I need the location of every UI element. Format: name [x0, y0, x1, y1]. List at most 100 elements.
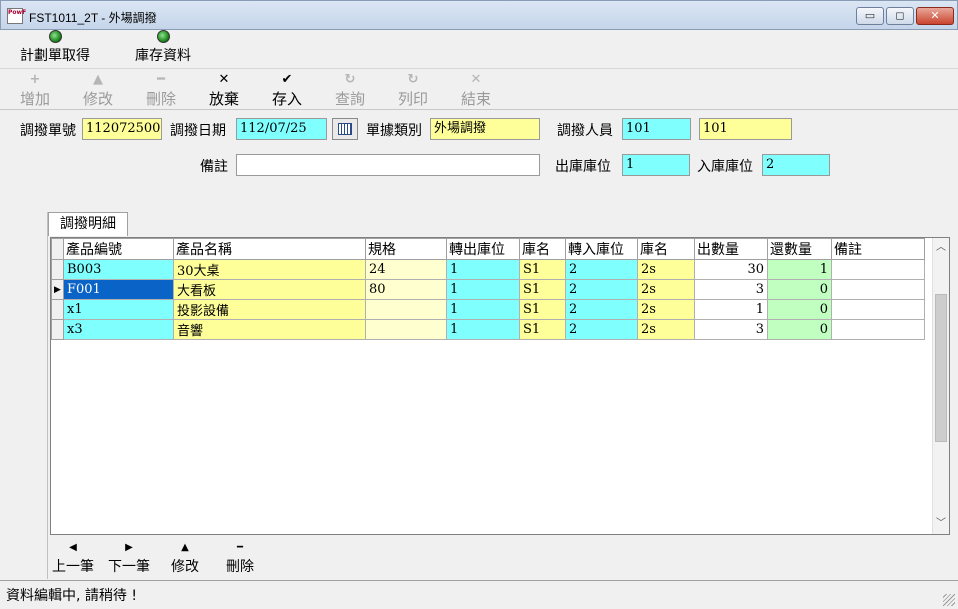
col-product-name[interactable]: 產品名稱 — [173, 238, 366, 260]
cell-out-qty[interactable]: 1 — [694, 299, 768, 320]
col-out-qty[interactable]: 出數量 — [694, 238, 768, 260]
cell-in-location[interactable]: 2 — [565, 259, 638, 280]
top-action-bar: 計劃單取得 庫存資料 — [0, 30, 958, 68]
close-button[interactable]: ✕ — [916, 7, 954, 25]
cell-out-qty[interactable]: 3 — [694, 319, 768, 340]
cell-in-location-name[interactable]: 2s — [637, 279, 695, 300]
cell-out-location[interactable]: 1 — [446, 299, 520, 320]
query-button[interactable]: ↻ 查詢 — [325, 72, 375, 109]
calendar-button[interactable] — [332, 118, 358, 140]
cell-product-code[interactable]: B003 — [63, 259, 174, 280]
tab-transfer-detail[interactable]: 調撥明細 — [48, 212, 128, 236]
edit-button[interactable]: ▲ 修改 — [73, 72, 123, 109]
cell-spec[interactable]: 80 — [365, 279, 447, 300]
prev-record-button[interactable]: ◀ 上一筆 — [52, 540, 94, 576]
cell-in-location[interactable]: 2 — [565, 319, 638, 340]
print-button[interactable]: ↻ 列印 — [388, 72, 438, 109]
staff-name-field[interactable]: 101 — [699, 118, 792, 140]
delete-label: 刪除 — [145, 90, 176, 108]
col-in-location[interactable]: 轉入庫位 — [565, 238, 638, 260]
col-in-location-name[interactable]: 庫名 — [637, 238, 695, 260]
get-plan-button[interactable]: 計劃單取得 — [20, 30, 90, 65]
cell-out-location-name[interactable]: S1 — [519, 279, 566, 300]
doc-type-field[interactable]: 外場調撥 — [430, 118, 540, 140]
stock-data-button[interactable]: 庫存資料 — [135, 30, 191, 65]
cell-out-location[interactable]: 1 — [446, 319, 520, 340]
arrow-left-icon: ◀ — [69, 542, 77, 553]
title-bar: PowF FST1011_2T - 外場調撥 ▭ ◻ ✕ — [0, 0, 958, 30]
cell-out-location[interactable]: 1 — [446, 259, 520, 280]
refresh-icon: ↻ — [344, 72, 356, 87]
save-button[interactable]: ✔ 存入 — [262, 72, 312, 109]
cell-out-qty[interactable]: 3 — [694, 279, 768, 300]
cell-return-qty[interactable]: 0 — [767, 299, 832, 320]
col-note[interactable]: 備註 — [831, 238, 925, 260]
get-plan-label: 計劃單取得 — [20, 48, 90, 64]
cell-product-name[interactable]: 投影設備 — [173, 299, 366, 320]
scrollbar-thumb[interactable] — [935, 294, 947, 442]
scroll-up-arrow-icon[interactable]: ︿ — [933, 240, 949, 256]
col-product-code[interactable]: 產品編號 — [63, 238, 174, 260]
cell-product-name[interactable]: 大看板 — [173, 279, 366, 300]
cell-in-location-name[interactable]: 2s — [637, 319, 695, 340]
cell-note[interactable] — [831, 299, 925, 320]
row-delete-button[interactable]: ━ 刪除 — [226, 540, 254, 576]
out-location-field[interactable]: 1 — [622, 154, 690, 176]
row-edit-button[interactable]: ▲ 修改 — [171, 540, 199, 576]
cell-out-location-name[interactable]: S1 — [519, 299, 566, 320]
col-out-location[interactable]: 轉出庫位 — [446, 238, 520, 260]
cell-note[interactable] — [831, 259, 925, 280]
cell-return-qty[interactable]: 1 — [767, 259, 832, 280]
maximize-button[interactable]: ◻ — [886, 7, 914, 25]
col-spec[interactable]: 規格 — [365, 238, 447, 260]
delete-button[interactable]: ━ 刪除 — [136, 72, 186, 109]
cell-product-code[interactable]: x3 — [63, 319, 174, 340]
cell-note[interactable] — [831, 279, 925, 300]
cell-out-location-name[interactable]: S1 — [519, 259, 566, 280]
discard-button[interactable]: ✕ 放棄 — [199, 72, 249, 109]
green-led-icon — [156, 30, 170, 43]
cell-in-location-name[interactable]: 2s — [637, 299, 695, 320]
status-text: 資料編輯中, 請稍待 ! — [6, 588, 137, 604]
resize-grip-icon[interactable] — [943, 594, 955, 606]
cell-product-code[interactable]: x1 — [63, 299, 174, 320]
next-record-button[interactable]: ▶ 下一筆 — [108, 540, 150, 576]
add-button[interactable]: + 增加 — [10, 72, 60, 109]
staff-code-field[interactable]: 101 — [622, 118, 691, 140]
cell-note[interactable] — [831, 319, 925, 340]
cell-out-location[interactable]: 1 — [446, 279, 520, 300]
transfer-no-field[interactable]: 1120725001 — [82, 118, 162, 140]
green-led-icon — [48, 30, 62, 43]
cell-product-name[interactable]: 音響 — [173, 319, 366, 340]
exit-label: 結束 — [460, 90, 491, 108]
transfer-date-field[interactable]: 112/07/25 — [236, 118, 327, 140]
table-row[interactable]: x3 音響 1 S1 2 2s 3 0 — [51, 319, 925, 340]
table-row[interactable]: x1 投影設備 1 S1 2 2s 1 0 — [51, 299, 925, 320]
cell-spec[interactable] — [365, 299, 447, 320]
header-form: 調撥單號 1120725001 調撥日期 112/07/25 單據類別 外場調撥… — [0, 110, 958, 212]
cell-return-qty[interactable]: 0 — [767, 319, 832, 340]
exit-button[interactable]: ✕ 結束 — [451, 72, 501, 109]
cell-product-code[interactable]: F001 — [63, 279, 174, 300]
remark-field[interactable] — [236, 154, 540, 176]
save-label: 存入 — [271, 90, 302, 108]
cell-return-qty[interactable]: 0 — [767, 279, 832, 300]
table-row[interactable]: B003 30大桌 24 1 S1 2 2s 30 1 — [51, 259, 925, 280]
in-location-field[interactable]: 2 — [762, 154, 830, 176]
cell-product-name[interactable]: 30大桌 — [173, 259, 366, 280]
x-icon: ✕ — [218, 72, 230, 87]
x-icon: ✕ — [470, 72, 482, 87]
cell-in-location-name[interactable]: 2s — [637, 259, 695, 280]
minimize-button[interactable]: ▭ — [856, 7, 884, 25]
col-return-qty[interactable]: 還數量 — [767, 238, 832, 260]
cell-out-location-name[interactable]: S1 — [519, 319, 566, 340]
cell-in-location[interactable]: 2 — [565, 279, 638, 300]
table-row[interactable]: ▶ F001 大看板 80 1 S1 2 2s 3 0 — [51, 279, 925, 300]
grid-vertical-scrollbar[interactable]: ︿ ﹀ — [932, 238, 949, 534]
col-out-location-name[interactable]: 庫名 — [519, 238, 566, 260]
cell-spec[interactable]: 24 — [365, 259, 447, 280]
scroll-down-arrow-icon[interactable]: ﹀ — [933, 516, 949, 532]
cell-spec[interactable] — [365, 319, 447, 340]
cell-out-qty[interactable]: 30 — [694, 259, 768, 280]
cell-in-location[interactable]: 2 — [565, 299, 638, 320]
